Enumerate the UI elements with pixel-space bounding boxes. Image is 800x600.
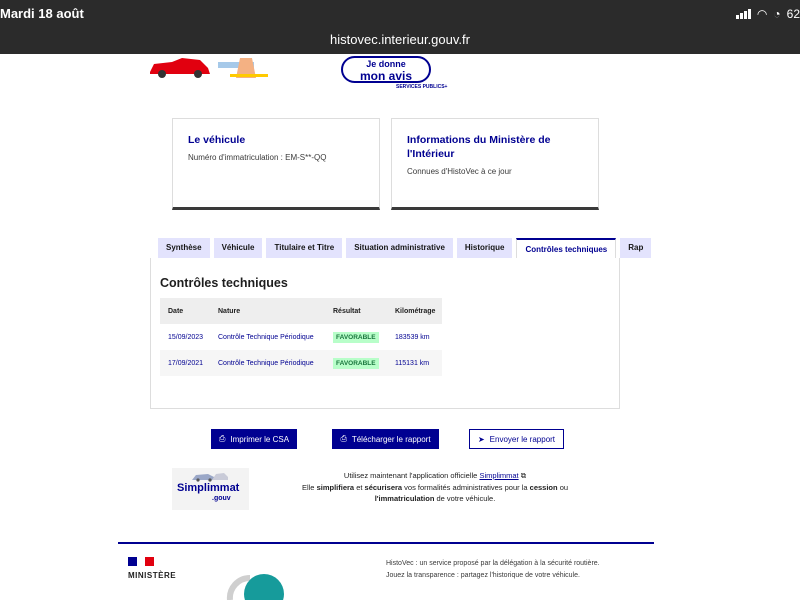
simplimmat-link[interactable]: Simplimmat [479,471,518,480]
promo-text-part: vos formalités administratives pour la [404,482,528,492]
print-csa-button[interactable]: ⎙ Imprimer le CSA [211,429,297,449]
download-report-label: Télécharger le rapport [351,434,431,444]
tab-controles[interactable]: Contrôles techniques [516,238,617,258]
simplimmat-logo-gouv: .gouv [212,495,231,502]
send-report-button[interactable]: ➤ Envoyer le rapport [469,429,564,449]
footer-text: HistoVec : un service proposé par la dél… [386,558,600,582]
car-illustration [148,54,270,78]
ministry-card-title: Informations du Ministère de l'Intérieur [407,134,551,161]
download-report-button[interactable]: ⎙ Télécharger le rapport [332,429,439,449]
printer-icon: ⎙ [340,434,347,443]
promo-line1: Utilisez maintenant l'application offici… [285,470,585,482]
tab-rapport[interactable]: Rap [620,238,652,258]
tab-historique[interactable]: Historique [456,238,513,258]
promo-text-part: Elle [301,482,315,492]
promo-text-bold: cession [529,482,558,492]
printer-icon: ⎙ [218,434,226,443]
favorable-badge: FAVORABLE [333,331,379,343]
tab-situation[interactable]: Situation administrative [346,238,453,258]
external-link-icon: ⧉ [520,471,527,480]
promo-text-bold: l'immatriculation [374,494,435,504]
browser-chrome: Mardi 18 août ◠ ◔ 62 histovec.interieur.… [0,0,800,54]
send-report-label: Envoyer le rapport [489,434,556,444]
row-km: 115131 km [387,350,442,376]
table-row: 17/09/2021 Contrôle Technique Périodique… [160,350,442,376]
status-indicators: ◠ ◔ 62 [735,7,800,21]
ministere-label: MINISTÈRE [128,571,177,580]
footer-line1: HistoVec : un service proposé par la dél… [386,560,600,567]
tab-titulaire[interactable]: Titulaire et Titre [266,238,343,258]
row-resultat: FAVORABLE [325,324,387,350]
promo-text-part: ou [559,482,569,492]
plate-number: Numéro d'immatriculation : EM-S**-QQ [188,153,327,163]
car-icon [192,473,228,482]
simplimmat-logo-word: Simplimmat [177,482,240,494]
footer-divider [118,542,654,544]
feedback-line2: mon avis [359,69,413,83]
wifi-icon: ◠ [756,7,768,21]
vehicle-card-title: Le véhicule [188,134,246,146]
col-kilometrage: Kilométrage [387,298,442,324]
send-icon: ➤ [477,434,485,444]
promo-line3: l'immatriculation de votre véhicule. [285,493,585,505]
table-row: 15/09/2023 Contrôle Technique Périodique… [160,324,442,350]
row-resultat: FAVORABLE [325,350,387,376]
simplimmat-promo: Utilisez maintenant l'application offici… [285,470,585,505]
histovec-logo [222,566,286,600]
row-nature: Contrôle Technique Périodique [218,333,314,341]
table-header-row: Date Nature Résultat Kilométrage [160,298,442,324]
row-date: 17/09/2021 [160,350,210,376]
promo-text-part: Utilisez maintenant l'application offici… [343,471,478,480]
battery-level: 62 [786,7,800,21]
col-resultat: Résultat [325,298,387,324]
feedback-line1: Je donne [366,59,406,69]
simplimmat-logo[interactable]: Simplimmat .gouv [172,468,249,510]
promo-text-bold: sécurisera [364,482,403,492]
footer-line2: Jouez la transparence : partagez l'histo… [386,571,580,579]
col-nature: Nature [210,298,325,324]
tab-synthese[interactable]: Synthèse [158,238,210,258]
ministry-card-text: Connues d'HistoVec à ce jour [407,167,512,177]
col-date: Date [160,298,210,324]
row-km: 183539 km [395,333,430,341]
promo-text-part: de votre véhicule. [436,494,496,504]
tab-vehicule[interactable]: Véhicule [213,238,263,258]
ministry-card: Informations du Ministère de l'Intérieur… [391,118,599,210]
promo-line2: Elle simplifiera et sécurisera vos forma… [285,482,585,494]
status-date: Mardi 18 août [0,6,84,21]
print-csa-label: Imprimer le CSA [230,434,290,444]
report-tabs: Synthèse Véhicule Titulaire et Titre Sit… [158,238,652,258]
controles-table: Date Nature Résultat Kilométrage 15/09/2… [160,298,442,376]
signal-icon [735,9,751,19]
vehicle-card: Le véhicule Numéro d'immatriculation : E… [172,118,380,210]
feedback-button[interactable]: Je donne mon avis [341,56,431,83]
panel-title: Contrôles techniques [160,276,288,290]
favorable-badge: FAVORABLE [333,357,379,369]
battery-icon: ◔ [773,7,781,21]
promo-text-bold: simplifiera [316,482,355,492]
services-publics-logo: SERVICES PUBLICS+ [396,84,448,90]
marianne-flag-icon [128,557,155,566]
row-nature: Contrôle Technique Périodique [210,350,325,376]
promo-text-part: et [356,482,363,492]
address-bar[interactable]: histovec.interieur.gouv.fr [0,32,800,47]
row-date: 15/09/2023 [168,333,204,341]
